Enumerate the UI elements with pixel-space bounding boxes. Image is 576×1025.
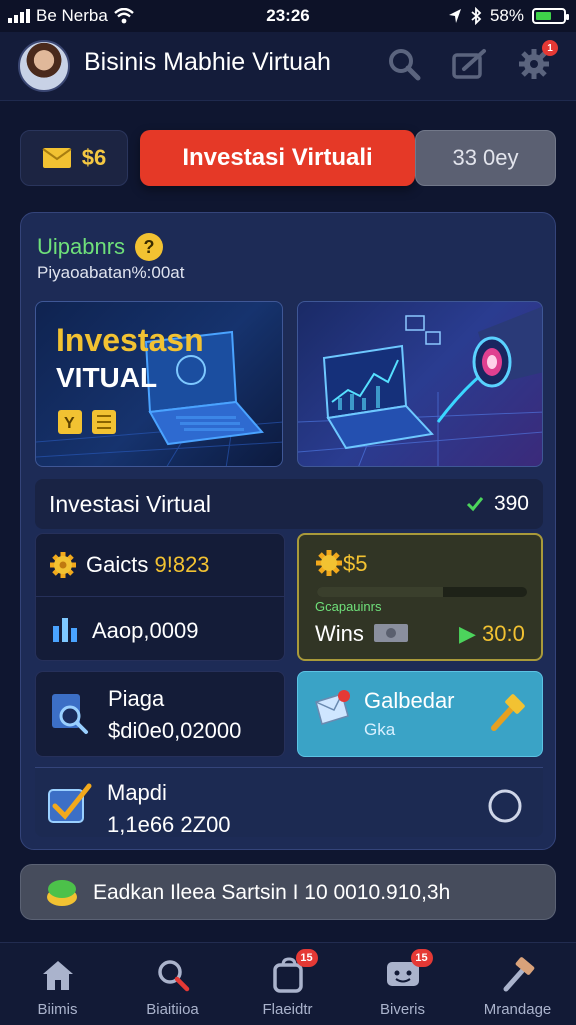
stats-label-text: Gaicts xyxy=(86,552,149,577)
wins-value: ▶ 30:0 xyxy=(459,621,525,647)
galbedar-tile[interactable]: Galbedar Gka xyxy=(297,671,543,757)
stats-label-1: Gaicts 9!823 xyxy=(86,552,210,578)
investment-summary-row[interactable]: Investasi Virtual 390 xyxy=(35,479,543,529)
promo-banner-right[interactable] xyxy=(297,301,543,467)
wins-caption: Gcapauinrs xyxy=(315,599,382,614)
gear-icon xyxy=(316,550,342,576)
tab-badge: 15 xyxy=(410,949,433,967)
banner-subtitle: VITUAL xyxy=(56,362,158,393)
stats-value-2: Aaop,0009 xyxy=(92,618,199,643)
banner-title: Investasn xyxy=(56,322,204,358)
tab-badge: 15 xyxy=(295,949,318,967)
coin-stack-icon xyxy=(47,880,77,906)
investment-label: Investasi Virtual xyxy=(49,491,211,517)
stats-tile[interactable]: Gaicts 9!823 Aaop,0009 xyxy=(35,533,285,661)
investment-value-text: 390 xyxy=(493,492,529,515)
arrow-right-icon: ▶ xyxy=(459,621,476,646)
galbedar-title: Galbedar xyxy=(364,688,455,713)
card-title-text: Uipabnrs xyxy=(37,234,126,259)
tab-label: Biimis xyxy=(37,1001,78,1018)
coin-value: $6 xyxy=(81,145,107,170)
settings-button[interactable]: 1 xyxy=(514,40,558,84)
wins-progress-bar xyxy=(317,587,527,597)
bottom-banner[interactable]: Eadkan Ileea Sartsin I 10 0010.910,3h xyxy=(20,864,556,920)
galbedar-subtitle: Gka xyxy=(364,720,396,739)
tab-home[interactable]: Biimis xyxy=(0,951,115,1025)
plaga-tile[interactable]: Piaga $di0e0,02000 xyxy=(35,671,285,757)
tab-label: Flaeidtr xyxy=(262,1001,313,1018)
laptop-chart-graphic xyxy=(298,306,542,466)
tab-manage[interactable]: Mrandage xyxy=(460,951,575,1025)
plaga-title: Piaga xyxy=(108,686,165,711)
cash-icon xyxy=(374,624,408,642)
battery-icon xyxy=(532,8,569,24)
wins-tile[interactable]: $5 Gcapauinrs Wins ▶ 30:0 xyxy=(297,533,543,661)
app-header: Bisinis Mabhie Virtuah 1 xyxy=(0,32,576,101)
search-document-icon xyxy=(52,694,88,734)
investment-value: 390 xyxy=(466,492,529,516)
check-icon xyxy=(466,497,484,512)
promo-banner-left[interactable]: Y Investasn VITUAL xyxy=(35,301,283,467)
status-right: 58% xyxy=(448,6,569,26)
tab-bar: Biimis Biaitiioa 15 Flaeidtr 15 Biveris … xyxy=(0,942,576,1025)
battery-text: 58% xyxy=(489,6,524,25)
mapdi-value: 1,1e66 2Z00 xyxy=(107,812,231,837)
bar-chart-icon xyxy=(53,618,77,642)
wins-label: Wins xyxy=(315,621,364,646)
bluetooth-icon xyxy=(471,7,482,25)
checkbox-icon xyxy=(48,783,92,823)
card-title: Uipabnrs ? xyxy=(37,233,164,261)
home-icon xyxy=(38,955,78,995)
divider xyxy=(36,596,284,597)
radio-button-icon[interactable] xyxy=(487,788,523,824)
hammer-icon xyxy=(491,694,525,731)
mapdi-title: Mapdi xyxy=(107,780,167,805)
help-icon[interactable]: ? xyxy=(135,233,164,261)
wins-title: $5 xyxy=(343,551,368,576)
location-icon xyxy=(448,9,461,23)
plaga-value: $di0e0,02000 xyxy=(108,718,242,743)
tab-label: Biveris xyxy=(379,1001,425,1018)
search-icon xyxy=(153,955,193,995)
status-bar: Be Nerba 23:26 58% xyxy=(0,0,576,32)
coin-balance[interactable]: $6 xyxy=(20,130,128,186)
bottom-banner-text: Eadkan Ileea Sartsin I 10 0010.910,3h xyxy=(93,881,451,904)
tab-search[interactable]: Biaitiioa xyxy=(115,951,230,1025)
envelope-icon xyxy=(42,148,72,168)
tab-chat[interactable]: 15 Biveris xyxy=(345,949,460,1025)
chat-icon: 15 xyxy=(383,949,433,995)
shop-icon: 15 xyxy=(268,949,318,995)
edit-icon[interactable] xyxy=(450,44,490,84)
avatar[interactable] xyxy=(18,40,70,92)
wins-value-text: 30:0 xyxy=(482,621,525,646)
mail-icon xyxy=(315,690,350,725)
invest-virtual-button[interactable]: Investasi Virtuali xyxy=(140,130,415,186)
days-button[interactable]: 33 0ey xyxy=(415,130,556,186)
mapdi-row[interactable]: Mapdi 1,1e66 2Z00 xyxy=(35,767,543,837)
wins-progress-fill xyxy=(317,587,443,597)
svg-text:Y: Y xyxy=(64,415,75,432)
stats-value-1: 9!823 xyxy=(154,552,210,577)
tab-label: Mrandage xyxy=(483,1001,552,1018)
search-icon[interactable] xyxy=(384,44,424,84)
top-actions-row: $6 Investasi Virtuali 33 0ey xyxy=(20,130,556,186)
settings-badge: 1 xyxy=(542,40,558,56)
tab-label: Biaitiioa xyxy=(146,1001,199,1018)
hammer-icon xyxy=(498,955,538,995)
battery-level xyxy=(536,12,551,20)
main-card: Uipabnrs ? Piyaoabatan%:00at Y Investasn… xyxy=(20,212,556,850)
tab-shop[interactable]: 15 Flaeidtr xyxy=(230,949,345,1025)
app-title: Bisinis Mabhie Virtuah xyxy=(84,48,331,76)
card-subtitle: Piyaoabatan%:00at xyxy=(37,263,185,282)
gear-icon xyxy=(50,552,76,578)
